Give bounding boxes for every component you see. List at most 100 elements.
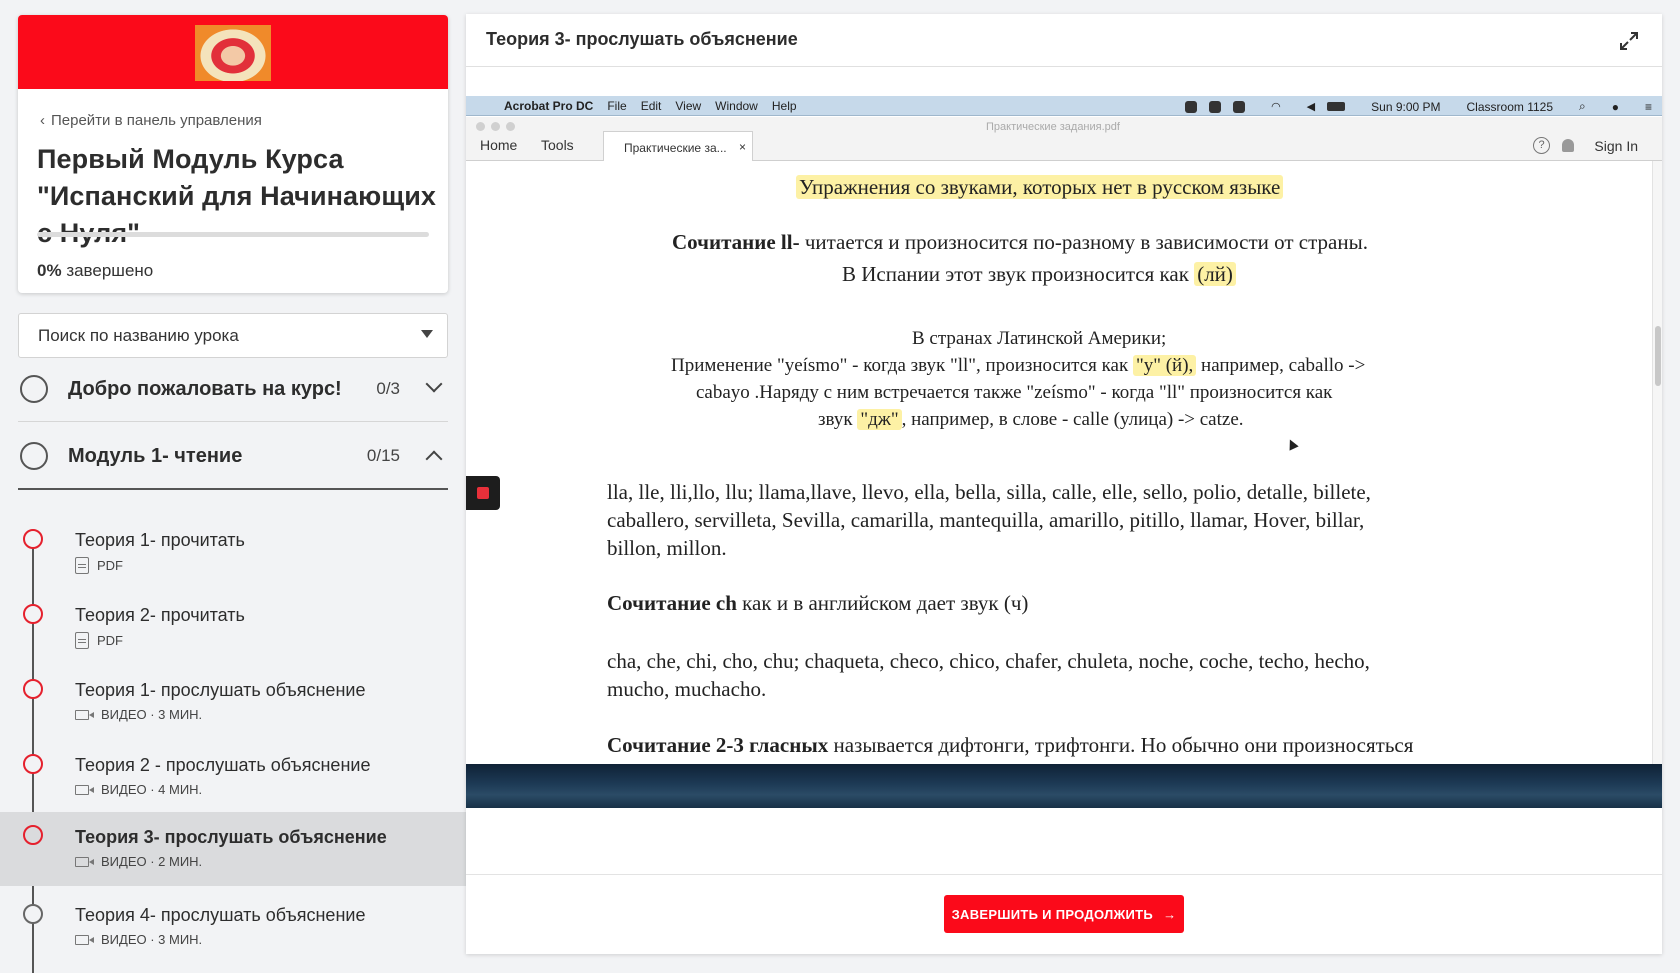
battery-icon [1327,102,1346,111]
lesson-status-dot [23,679,43,699]
stop-recording-button[interactable] [466,476,500,510]
mac-status-area: ◠ ◀︎ Sun 9:00 PM Classroom 1125 ⌕ ● ≡ [1185,99,1652,114]
back-to-dashboard-link[interactable]: ‹ Перейти в панель управления [40,112,262,129]
pdf-heading: Упражнения со звуками, которых нет в рус… [796,175,1284,200]
pdf-icon [75,557,89,574]
pdf-line-spain: В Испании этот звук произносится как (лй… [842,262,1236,287]
lesson-item[interactable]: Теория 1- прослушать объяснение ВИДЕО · … [0,671,466,745]
lesson-item[interactable]: Теория 4- прослушать объяснение ВИДЕО · … [0,896,466,970]
lesson-status-dot [23,904,43,924]
status-app-icon [1233,100,1246,113]
complete-and-continue-button[interactable]: ЗАВЕРШИТЬ И ПРОДОЛЖИТЬ → [944,895,1184,933]
section-count: 0/3 [376,379,400,398]
acrobat-tab-home: Home [480,137,518,153]
mac-clock: Sun 9:00 PM [1371,99,1441,114]
course-thumbnail-image [195,25,271,81]
progress-suffix: завершено [66,261,154,280]
lesson-item[interactable]: Теория 2- прочитать PDF [0,596,466,670]
pdf-line-words-3: billon, millon. [607,536,727,560]
bell-icon [1562,139,1574,152]
lesson-footer: ЗАВЕРШИТЬ И ПРОДОЛЖИТЬ → [466,874,1662,954]
lesson-meta: ВИДЕО · 3 МИН. [75,707,202,722]
lesson-meta-label: ВИДЕО · 2 МИН. [101,854,203,869]
back-link-label: Перейти в панель управления [51,112,262,129]
expand-fullscreen-icon[interactable] [1618,30,1640,52]
siri-icon: ● [1611,99,1619,114]
video-camera-icon [75,709,94,720]
volume-icon: ◀︎ [1306,101,1316,113]
lesson-meta: ВИДЕО · 4 МИН. [75,782,202,797]
acrobat-document-name: Практические задания.pdf [986,121,1120,133]
mac-menu-item: Edit [640,98,662,113]
course-progress-bar [37,232,429,237]
video-bottom-area [466,808,1662,844]
pdf-line-ch-words-2: mucho, muchacho. [607,677,767,701]
lesson-meta: PDF [75,632,123,649]
lesson-item[interactable]: Теория 1- прочитать PDF [0,521,466,595]
chevron-down-icon[interactable] [425,375,443,393]
lesson-title: Теория 2- прочитать [75,605,245,625]
progress-text: 0% завершено [37,261,153,281]
mac-user: Classroom 1125 [1466,99,1553,114]
mac-menu-item: View [675,98,702,113]
lesson-status-dot [23,754,43,774]
acrobat-sign-in: Sign In [1594,138,1638,154]
section-welcome[interactable]: Добро пожаловать на курс! 0/3 [18,356,448,422]
lesson-status-dot [23,529,43,549]
mac-app-name: Acrobat Pro DC [504,98,594,113]
section-divider [18,488,448,490]
pdf-line-words-1: lla, lle, lli,llo, llu; llama,llave, lle… [607,480,1371,504]
lesson-meta: ВИДЕО · 2 МИН. [75,854,202,869]
acrobat-tab-document-label: Практические за... [624,141,727,155]
window-traffic-lights [476,122,515,131]
lesson-item-active[interactable]: Теория 3- прослушать объяснение ВИДЕО · … [0,812,466,886]
video-background-water [466,764,1662,808]
pdf-line-dzh: звук "дж", например, в слове - calle (ул… [818,409,1244,430]
lesson-search-placeholder: Поиск по названию урока [38,325,239,345]
lesson-meta-label: PDF [97,633,123,648]
lesson-item[interactable]: Теория 2 - прослушать объяснение ВИДЕО ·… [0,746,466,820]
section-status-circle-icon [20,442,48,470]
pdf-page: Упражнения со звуками, которых нет в рус… [466,161,1652,764]
help-icon: ? [1533,137,1550,154]
mac-menu-item: Window [715,98,758,113]
lesson-title: Теория 3- прослушать объяснение [75,827,387,847]
pdf-line-ch: Сочитание ch как и в английском дает зву… [607,591,1029,615]
menu-list-icon: ≡ [1644,99,1652,114]
lesson-title: Теория 4- прослушать объяснение [75,905,366,925]
section-status-circle-icon [20,375,48,403]
mac-menu-item: File [607,98,627,113]
pdf-line-words-2: caballero, servilleta, Sevilla, camarill… [607,508,1365,532]
chevron-up-icon[interactable] [425,450,443,468]
complete-button-label: ЗАВЕРШИТЬ И ПРОДОЛЖИТЬ [951,906,1154,922]
lesson-meta: ВИДЕО · 3 МИН. [75,932,202,947]
lesson-meta-label: PDF [97,558,123,573]
wifi-icon: ◠ [1271,101,1281,113]
acrobat-tab-tools: Tools [541,137,574,153]
lesson-meta-label: ВИДЕО · 4 МИН. [101,782,203,797]
mac-menu-item: Help [771,98,797,113]
lesson-search-dropdown[interactable]: Поиск по названию урока [18,313,448,358]
status-app-icon [1185,100,1198,113]
close-tab-icon: × [738,140,746,154]
video-player[interactable]: Acrobat Pro DC File Edit View Window Hel… [466,96,1662,844]
section-module-1[interactable]: Модуль 1- чтение 0/15 [18,423,448,489]
lesson-meta: PDF [75,557,123,574]
section-count: 0/15 [366,446,400,465]
lesson-status-dot [23,604,43,624]
course-banner [18,15,448,89]
pdf-scrollbar[interactable] [1652,161,1662,764]
lesson-page-title: Теория 3- прослушать объяснение [486,29,798,49]
acrobat-tab-document: Практические за... × [603,131,753,161]
pdf-line-latam: В странах Латинской Америки; [912,328,1167,349]
lesson-header: Теория 3- прослушать объяснение [466,14,1662,67]
course-sidebar: ‹ Перейти в панель управления Первый Мод… [0,0,466,973]
chevron-left-icon: ‹ [40,112,45,129]
spotlight-search-icon: ⌕ [1579,99,1586,113]
lesson-title: Теория 1- прослушать объяснение [75,680,366,700]
course-card: ‹ Перейти в панель управления Первый Мод… [18,15,448,293]
caret-down-icon [421,330,433,338]
lesson-title: Теория 2 - прослушать объяснение [75,755,371,775]
lesson-meta-label: ВИДЕО · 3 МИН. [101,932,203,947]
pdf-scrollbar-thumb[interactable] [1655,326,1661,386]
